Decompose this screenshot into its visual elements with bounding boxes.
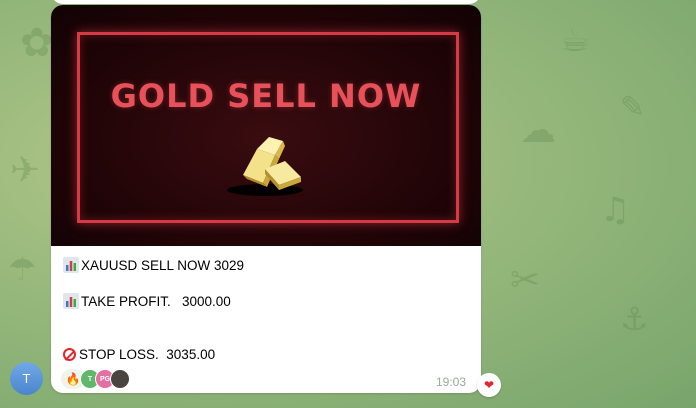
stop-loss-line: STOP LOSS. 3035.00 [63, 347, 215, 362]
take-profit-line: TAKE PROFIT. 3000.00 [63, 293, 231, 309]
wallpaper-doodle: ✂ [510, 260, 541, 301]
take-profit-text: TAKE PROFIT. 3000.00 [81, 293, 231, 309]
wallpaper-doodle: ☂ [8, 250, 37, 288]
message-time: 19:03 [436, 375, 467, 389]
reactor-avatar [110, 369, 130, 389]
signal-line: XAUUSD SELL NOW 3029 [63, 257, 244, 273]
wallpaper-doodle: ☕ [560, 20, 591, 60]
wallpaper-doodle: ✈ [10, 150, 41, 191]
bar-chart-icon [63, 257, 79, 273]
stop-loss-text: STOP LOSS. 3035.00 [79, 347, 216, 362]
previous-message-bubble [51, 0, 481, 4]
wallpaper-doodle: ☁ [520, 110, 556, 151]
reaction-pill[interactable]: 🔥 T PG [61, 369, 130, 389]
wallpaper-doodle: ⚓ [620, 300, 649, 338]
signal-text: XAUUSD SELL NOW 3029 [81, 257, 245, 273]
message-image[interactable]: GOLD SELL NOW [51, 5, 481, 246]
gold-bars-graphic [227, 137, 303, 196]
heart-reaction-icon[interactable]: ❤ [477, 373, 501, 397]
wallpaper-doodle: ✿ [20, 20, 54, 66]
message-bubble[interactable]: GOLD SELL NOW XAUUSD SELL NOW 3029 TAKE … [51, 5, 481, 393]
wallpaper-doodle: ✎ [620, 90, 646, 125]
no-entry-icon [63, 348, 76, 361]
bar-chart-icon [63, 293, 79, 309]
sender-avatar[interactable]: T [10, 362, 43, 395]
banner-headline: GOLD SELL NOW [110, 77, 422, 115]
wallpaper-doodle: ♫ [600, 190, 631, 230]
